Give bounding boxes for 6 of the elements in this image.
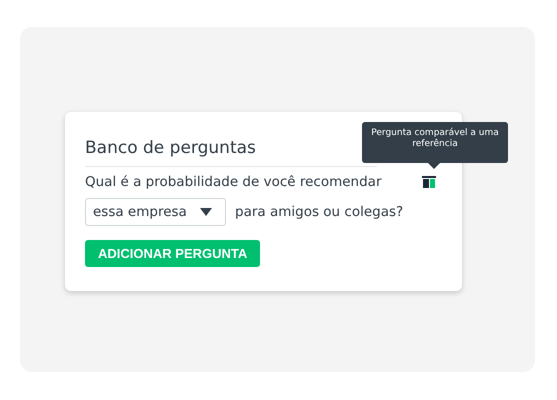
- question-text: para amigos ou colegas?: [235, 204, 404, 220]
- question-text: Qual é a probabilidade de você recomendar: [85, 174, 382, 190]
- caret-icon: [200, 208, 212, 216]
- tooltip-pointer: [428, 163, 440, 169]
- dropdown[interactable]: essa empresa: [85, 198, 226, 226]
- benchmark-icon: [422, 176, 436, 188]
